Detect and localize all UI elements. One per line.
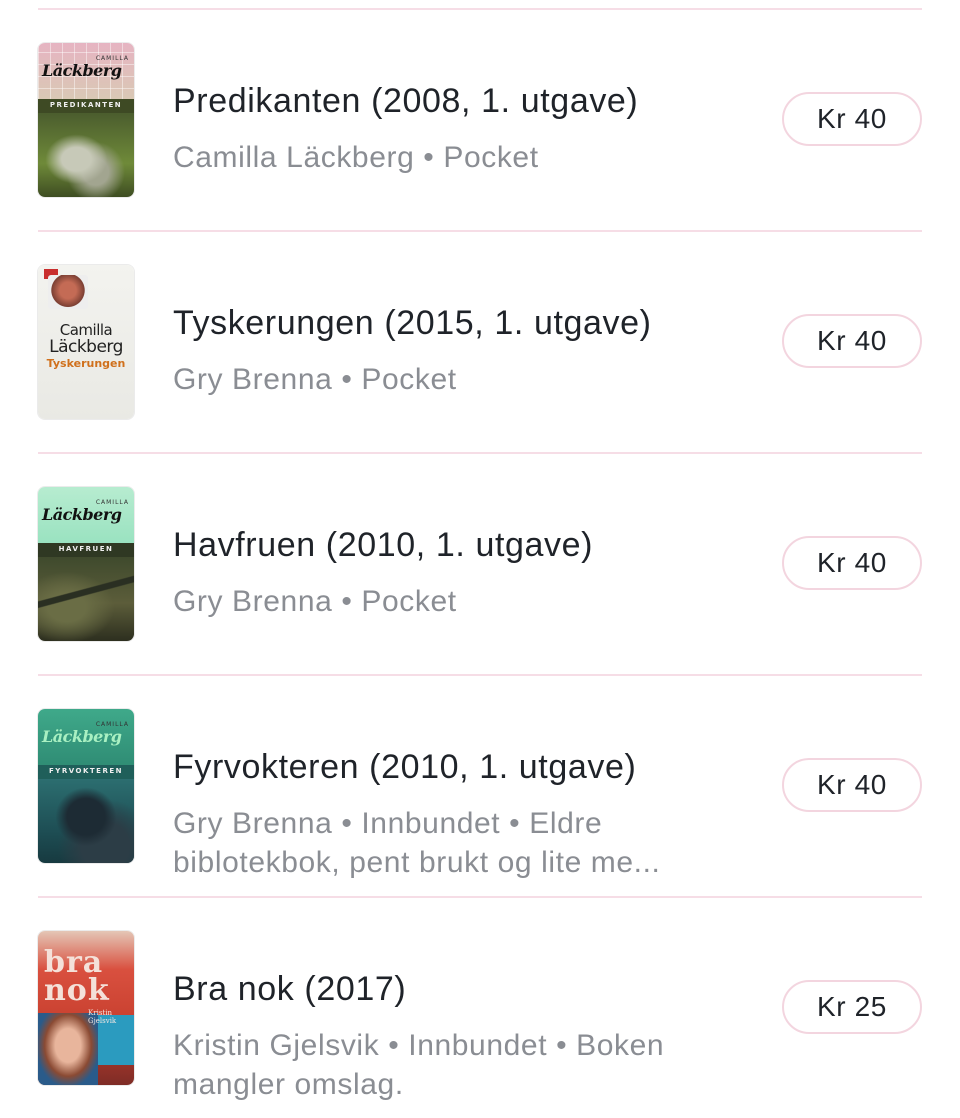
- price-badge[interactable]: Kr 40: [782, 536, 922, 590]
- list-item[interactable]: CAMILLA Läckberg FYRVOKTEREN Fyrvokteren…: [38, 676, 922, 896]
- listing-meta: Gry Brenna • Innbundet • Eldre biblotekb…: [173, 807, 661, 879]
- listing-meta: Kristin Gjelsvik • Innbundet • Boken man…: [173, 1029, 665, 1101]
- cover-author-text: Kristin Gjelsvik: [88, 1009, 117, 1025]
- book-cover-image[interactable]: CAMILLA Läckberg FYRVOKTEREN: [38, 709, 134, 863]
- cover-title-text: FYRVOKTEREN: [49, 767, 123, 775]
- price-badge[interactable]: Kr 25: [782, 980, 922, 1034]
- book-cover-image[interactable]: Camilla Läckberg Tyskerungen: [38, 265, 134, 419]
- cover-author-last: Läckberg: [49, 337, 123, 357]
- cover-title-line2: nok: [44, 973, 110, 1008]
- list-item[interactable]: bra nok Kristin Gjelsvik Bra nok (2017) …: [38, 898, 922, 1118]
- cover-author-text: Läckberg: [42, 61, 122, 80]
- book-cover-image[interactable]: CAMILLA Läckberg PREDIKANTEN: [38, 43, 134, 197]
- price-badge[interactable]: Kr 40: [782, 758, 922, 812]
- cover-author-text: Läckberg: [42, 505, 122, 524]
- list-item[interactable]: CAMILLA Läckberg HAVFRUEN Havfruen (2010…: [38, 454, 922, 674]
- price-badge[interactable]: Kr 40: [782, 92, 922, 146]
- listing-meta: Camilla Läckberg • Pocket: [173, 141, 539, 174]
- listing-meta: Gry Brenna • Pocket: [173, 363, 457, 396]
- book-listing-list: CAMILLA Läckberg PREDIKANTEN Predikanten…: [38, 0, 922, 1118]
- listing-title[interactable]: Predikanten (2008, 1. utgave): [173, 82, 638, 121]
- list-item[interactable]: CAMILLA Läckberg PREDIKANTEN Predikanten…: [38, 10, 922, 230]
- listing-title[interactable]: Bra nok (2017): [173, 970, 406, 1009]
- book-cover-image[interactable]: bra nok Kristin Gjelsvik: [38, 931, 134, 1085]
- cover-title-text: PREDIKANTEN: [49, 101, 123, 109]
- cover-title-text: HAVFRUEN: [58, 545, 114, 553]
- listing-meta: Gry Brenna • Pocket: [173, 585, 457, 618]
- listing-title[interactable]: Tyskerungen (2015, 1. utgave): [173, 304, 652, 343]
- listing-title[interactable]: Fyrvokteren (2010, 1. utgave): [173, 748, 636, 787]
- cover-title-text: Tyskerungen: [46, 357, 126, 370]
- price-badge[interactable]: Kr 40: [782, 314, 922, 368]
- listing-title[interactable]: Havfruen (2010, 1. utgave): [173, 526, 593, 565]
- cover-author-text: Läckberg: [42, 727, 122, 746]
- list-item[interactable]: Camilla Läckberg Tyskerungen Tyskerungen…: [38, 232, 922, 452]
- book-cover-image[interactable]: CAMILLA Läckberg HAVFRUEN: [38, 487, 134, 641]
